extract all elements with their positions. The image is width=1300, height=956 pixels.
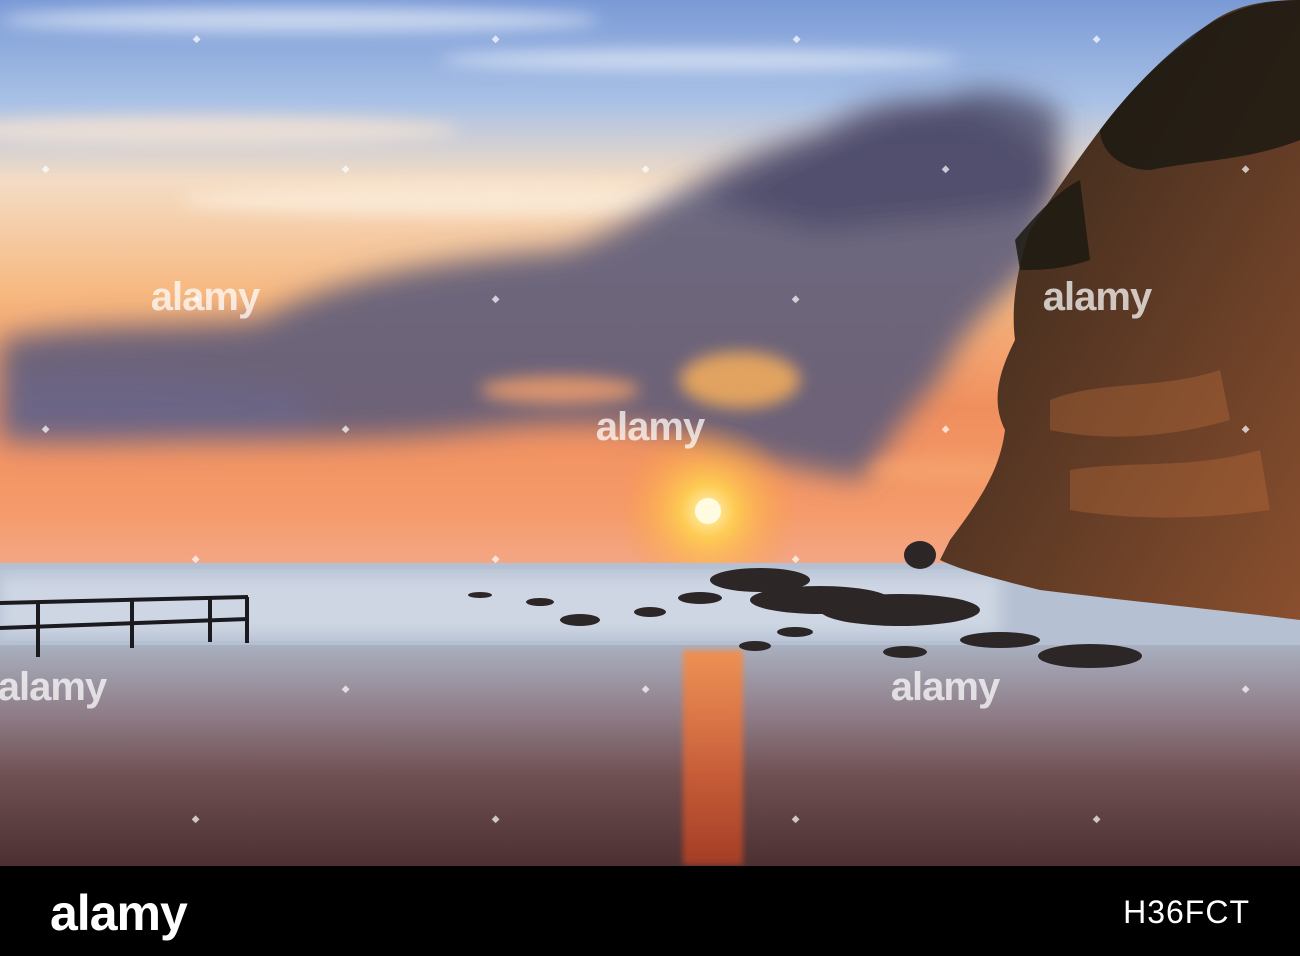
watermark-pin-icon: ⬩ (342, 418, 350, 440)
watermark-pin-icon: ⬩ (193, 28, 201, 50)
watermark-pin-icon: ⬩ (342, 678, 350, 700)
watermark-text: alamy (595, 405, 705, 449)
watermark-pin-icon: ⬩ (642, 678, 650, 700)
watermark-pin-icon: ⬩ (1242, 678, 1250, 700)
watermark-pin-icon: ⬩ (642, 158, 650, 180)
watermark-text: alamy (1042, 275, 1152, 319)
watermark-pin-icon: ⬩ (1242, 418, 1250, 440)
watermark-text: alamy (890, 665, 1000, 709)
watermark-pin-icon: ⬩ (1093, 808, 1101, 830)
image-id: H36FCT (1123, 894, 1250, 930)
watermark-text: alamy (150, 275, 260, 319)
watermark-pin-icon: ⬩ (492, 28, 500, 50)
alamy-logo: alamy (50, 885, 188, 941)
watermark-text: alamy (0, 665, 107, 709)
watermark-pin-icon: ⬩ (492, 548, 500, 570)
watermark-pin-icon: ⬩ (492, 288, 500, 310)
watermark-pin-icon: ⬩ (342, 158, 350, 180)
watermark-pin-icon: ⬩ (792, 288, 800, 310)
watermark-pin-icon: ⬩ (492, 808, 500, 830)
watermark-pin-icon: ⬩ (793, 28, 801, 50)
watermark-pin-icon: ⬩ (942, 418, 950, 440)
watermark-pin-icon: ⬩ (192, 808, 200, 830)
footer-bar: alamy H36FCT (0, 866, 1300, 956)
watermark-pin-icon: ⬩ (792, 808, 800, 830)
watermark-pin-icon: ⬩ (1093, 28, 1101, 50)
watermark-pin-icon: ⬩ (792, 548, 800, 570)
watermark-pin-icon: ⬩ (942, 158, 950, 180)
watermark-pin-icon: ⬩ (42, 418, 50, 440)
photo: ⬩ ⬩ ⬩ ⬩ ⬩ ⬩ ⬩ ⬩ ⬩ ⬩ ⬩ ⬩ ⬩ ⬩ ⬩ ⬩ ⬩ ⬩ ⬩ ⬩ … (0, 0, 1300, 866)
watermark-pin-icon: ⬩ (42, 158, 50, 180)
watermark-pin-icon: ⬩ (192, 548, 200, 570)
watermark-pin-icon: ⬩ (1242, 158, 1250, 180)
